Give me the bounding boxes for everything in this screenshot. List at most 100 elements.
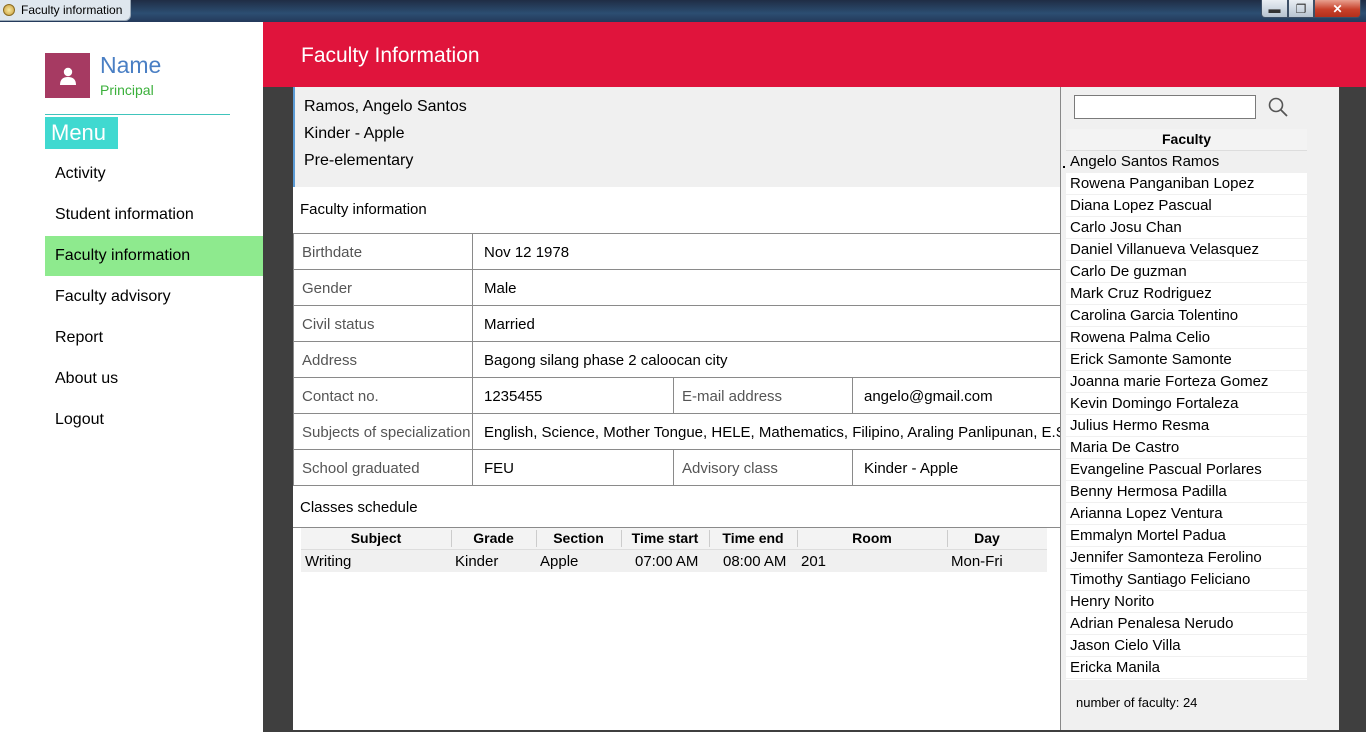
summary-level: Pre-elementary [304,152,414,169]
column-header[interactable]: Time start [621,530,709,546]
faculty-list-item[interactable]: Erick Samonte Samonte [1066,349,1307,371]
grid-line [852,377,853,413]
faculty-list: Faculty Angelo Santos Ramos Rowena Pangan… [1063,129,1307,680]
address-label: Address [302,352,358,369]
avatar [45,53,90,98]
grid-line [293,485,1060,486]
column-header[interactable]: Room [797,530,947,546]
faculty-list-item[interactable]: Carolina Garcia Tolentino [1066,305,1307,327]
faculty-list-item[interactable]: Adrian Penalesa Nerudo [1066,613,1307,635]
grid-line [293,233,294,485]
faculty-list-item[interactable]: Rowena Panganiban Lopez [1066,173,1307,195]
cell-day: Mon-Fri [951,553,1003,570]
minimize-button[interactable]: ▬ [1261,0,1288,18]
faculty-list-item[interactable]: Jennifer Samonteza Ferolino [1066,547,1307,569]
school-value: FEU [484,460,514,477]
maximize-icon: ❐ [1295,1,1307,16]
civil-status-label: Civil status [302,316,375,333]
nav-faculty-information[interactable]: Faculty information [45,236,263,276]
grid-line [673,377,674,413]
schedule-title: Classes schedule [300,499,418,516]
faculty-list-item[interactable]: Evangeline Pascual Porlares [1066,459,1307,481]
grid-line [852,449,853,485]
summary-class: Kinder - Apple [304,125,405,142]
gender-value: Male [484,280,517,297]
school-label: School graduated [302,460,420,477]
page-title: Faculty Information [301,44,480,67]
column-header[interactable]: Time end [709,530,797,546]
faculty-list-item[interactable]: Daniel Villanueva Velasquez [1066,239,1307,261]
address-value: Bagong silang phase 2 caloocan city [484,352,728,369]
grid-line [293,449,1060,450]
column-header[interactable]: Subject [301,530,451,546]
email-value: angelo@gmail.com [864,388,993,405]
column-header[interactable]: Day [947,530,1027,546]
faculty-list-item[interactable]: Rowena Palma Celio [1066,327,1307,349]
contact-label: Contact no. [302,388,379,405]
faculty-list-item[interactable]: Timothy Santiago Feliciano [1066,569,1307,591]
faculty-info-title: Faculty information [300,201,427,218]
menu-title: Menu [45,117,118,149]
sidebar-divider [45,114,230,115]
faculty-list-item[interactable]: Arianna Lopez Ventura [1066,503,1307,525]
schedule-header: Subject Grade Section Time start Time en… [301,528,1047,550]
column-header[interactable]: Grade [451,530,536,546]
faculty-list-item[interactable]: Carlo De guzman [1066,261,1307,283]
nav-activity[interactable]: Activity [45,154,263,194]
nav-report[interactable]: Report [45,318,263,358]
faculty-list-item[interactable]: Ericka Manila [1066,657,1307,679]
faculty-list-header[interactable]: Faculty [1066,129,1307,151]
grid-line [293,341,1060,342]
faculty-list-item[interactable]: Angelo Santos Ramos [1063,151,1307,173]
faculty-list-item[interactable]: Julius Hermo Resma [1066,415,1307,437]
cell-subject: Writing [305,553,352,570]
search-input[interactable] [1074,95,1256,119]
grid-line [293,377,1060,378]
grid-line [293,269,1060,270]
faculty-list-item[interactable]: Carlo Josu Chan [1066,217,1307,239]
close-button[interactable]: ✕ [1314,0,1361,18]
faculty-list-item[interactable]: Diana Lopez Pascual [1066,195,1307,217]
maximize-button[interactable]: ❐ [1288,0,1314,18]
contact-value: 1235455 [484,388,543,405]
nav-logout[interactable]: Logout [45,400,263,440]
table-row[interactable]: Writing Kinder Apple 07:00 AM 08:00 AM 2… [301,550,1047,572]
gender-label: Gender [302,280,353,297]
faculty-list-item[interactable]: Jason Cielo Villa [1066,635,1307,657]
minimize-icon: ▬ [1268,1,1281,16]
user-name: Name [100,52,162,78]
grid-line [293,305,1060,306]
cell-room: 201 [801,553,827,570]
summary-name: Ramos, Angelo Santos [304,98,467,115]
faculty-list-item[interactable]: Kevin Domingo Fortaleza [1066,393,1307,415]
birthdate-value: Nov 12 1978 [484,244,570,261]
search-icon[interactable] [1267,96,1289,118]
cell-grade: Kinder [455,553,499,570]
faculty-list-item[interactable]: Emmalyn Mortel Padua [1066,525,1307,547]
faculty-list-item[interactable]: Joanna marie Forteza Gomez [1066,371,1307,393]
faculty-list-item[interactable]: Maria De Castro [1066,437,1307,459]
faculty-detail-panel: Ramos, Angelo Santos Kinder - Apple Pre-… [293,87,1060,730]
window-titlebar: Faculty information ▬ ❐ ✕ [0,0,1366,22]
civil-status-value: Married [484,316,535,333]
window-title: Faculty information [21,3,123,17]
title-bubble: Faculty information [0,0,131,21]
nav-about-us[interactable]: About us [45,359,263,399]
faculty-list-panel: Faculty Angelo Santos Ramos Rowena Pangan… [1060,87,1339,730]
close-icon: ✕ [1332,1,1343,16]
grid-line [293,233,1060,234]
column-header[interactable]: Section [536,530,621,546]
schedule-table: Subject Grade Section Time start Time en… [301,528,1047,572]
cell-time-start: 07:00 AM [635,553,699,570]
faculty-list-item[interactable]: Benny Hermosa Padilla [1066,481,1307,503]
birthdate-label: Birthdate [302,244,363,261]
page-header: Faculty Information [263,22,1366,87]
nav-student-information[interactable]: Student information [45,195,263,235]
faculty-summary: Ramos, Angelo Santos Kinder - Apple Pre-… [293,87,1060,187]
faculty-list-item[interactable]: Mark Cruz Rodriguez [1066,283,1307,305]
faculty-list-item[interactable]: Henry Norito [1066,591,1307,613]
nav-faculty-advisory[interactable]: Faculty advisory [45,277,263,317]
grid-line [293,413,1060,414]
advisory-value: Kinder - Apple [864,460,959,477]
grid-line [472,233,473,485]
